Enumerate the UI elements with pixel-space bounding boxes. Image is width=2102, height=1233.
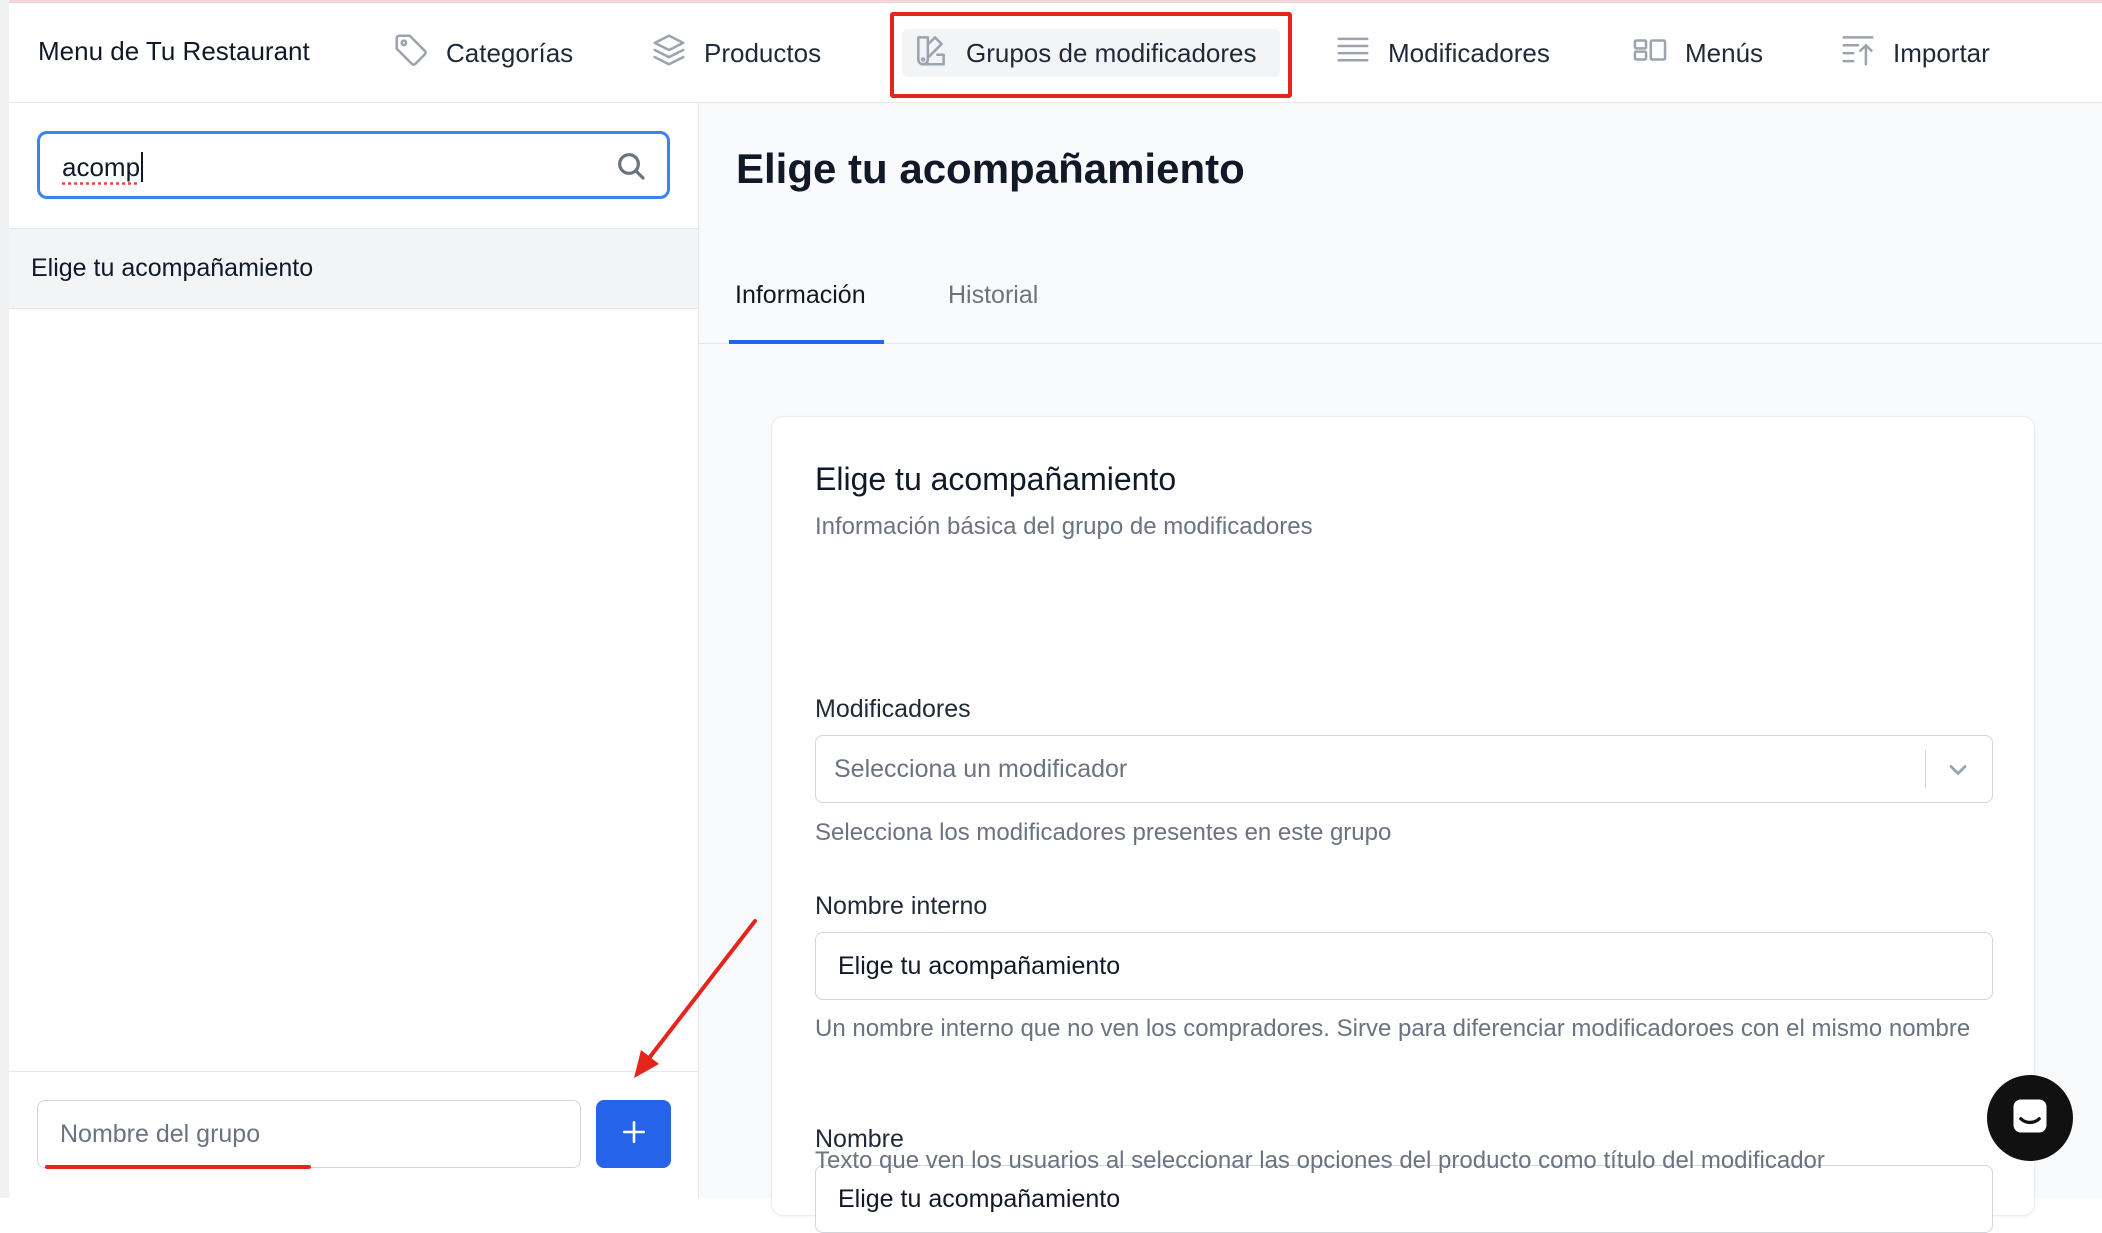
- search-text: acomp: [62, 152, 141, 182]
- select-separator: [1925, 750, 1926, 788]
- window-left-border: [0, 0, 9, 1198]
- chat-launcher-button[interactable]: [1987, 1075, 2073, 1161]
- nav-item-categorias[interactable]: Categorías: [392, 29, 573, 77]
- internal-name-label: Nombre interno: [815, 892, 988, 920]
- chevron-down-icon[interactable]: [1944, 756, 1972, 784]
- internal-name-field[interactable]: Elige tu acompañamiento: [815, 932, 1993, 1000]
- modifiers-label: Modificadores: [815, 695, 971, 723]
- info-card: Elige tu acompañamiento Información bási…: [771, 416, 2035, 1233]
- name-value: Elige tu acompañamiento: [838, 1185, 1121, 1213]
- annotation-highlight-box: [890, 12, 1292, 98]
- list-item[interactable]: Elige tu acompañamiento: [9, 228, 698, 309]
- list-item-label: Elige tu acompañamiento: [31, 254, 314, 282]
- modifiers-select-placeholder: Selecciona un modificador: [834, 755, 1128, 783]
- tab-historial[interactable]: Historial: [948, 281, 1038, 310]
- annotation-underline: [45, 1165, 311, 1169]
- plus-icon: [621, 1119, 647, 1150]
- active-tab-indicator: [729, 340, 884, 344]
- nav-item-label: Productos: [704, 37, 822, 68]
- nav-item-menus[interactable]: Menús: [1631, 29, 1763, 77]
- internal-name-value: Elige tu acompañamiento: [838, 952, 1121, 980]
- search-icon[interactable]: [615, 150, 647, 182]
- search-input[interactable]: acomp: [37, 131, 670, 199]
- modifiers-select[interactable]: Selecciona un modificador: [815, 735, 1993, 803]
- layout-icon: [1631, 31, 1685, 76]
- nav-item-label: Importar: [1893, 37, 1990, 68]
- new-group-footer: [9, 1071, 698, 1199]
- import-icon: [1839, 31, 1893, 76]
- name-hint: Texto que ven los usuarios al selecciona…: [815, 1147, 1825, 1174]
- internal-name-hint: Un nombre interno que no ven los comprad…: [815, 1015, 1971, 1042]
- tab-informacion[interactable]: Información: [735, 281, 866, 310]
- top-navbar: Menu de Tu Restaurant Categorías Product…: [9, 3, 2102, 103]
- nav-item-label: Modificadores: [1388, 37, 1550, 68]
- layers-icon: [650, 31, 704, 76]
- card-title: Elige tu acompañamiento: [815, 461, 1177, 497]
- main-content: Elige tu acompañamiento Información Hist…: [699, 103, 2102, 1233]
- page-title: Elige tu acompañamiento: [736, 145, 1245, 192]
- sidebar: acomp Elige tu acompañamiento: [9, 103, 699, 1199]
- nav-item-label: Categorías: [446, 37, 574, 68]
- nav-item-productos[interactable]: Productos: [650, 29, 821, 77]
- nav-item-importar[interactable]: Importar: [1839, 29, 1990, 77]
- search-input-value: acomp: [62, 152, 144, 183]
- nav-item-modificadores[interactable]: Modificadores: [1334, 29, 1550, 77]
- card-subtitle: Información básica del grupo de modifica…: [815, 513, 1313, 540]
- app-brand[interactable]: Menu de Tu Restaurant: [38, 36, 310, 67]
- list-icon: [1334, 31, 1388, 76]
- group-name-input[interactable]: [37, 1100, 581, 1168]
- add-group-button[interactable]: [596, 1100, 671, 1168]
- modifiers-hint: Selecciona los modificadores presentes e…: [815, 819, 1392, 846]
- tabs-divider: [699, 343, 2102, 344]
- chat-icon: [2008, 1094, 2052, 1143]
- tag-icon: [392, 31, 446, 76]
- nav-item-label: Menús: [1685, 37, 1764, 68]
- text-caret: [141, 152, 144, 182]
